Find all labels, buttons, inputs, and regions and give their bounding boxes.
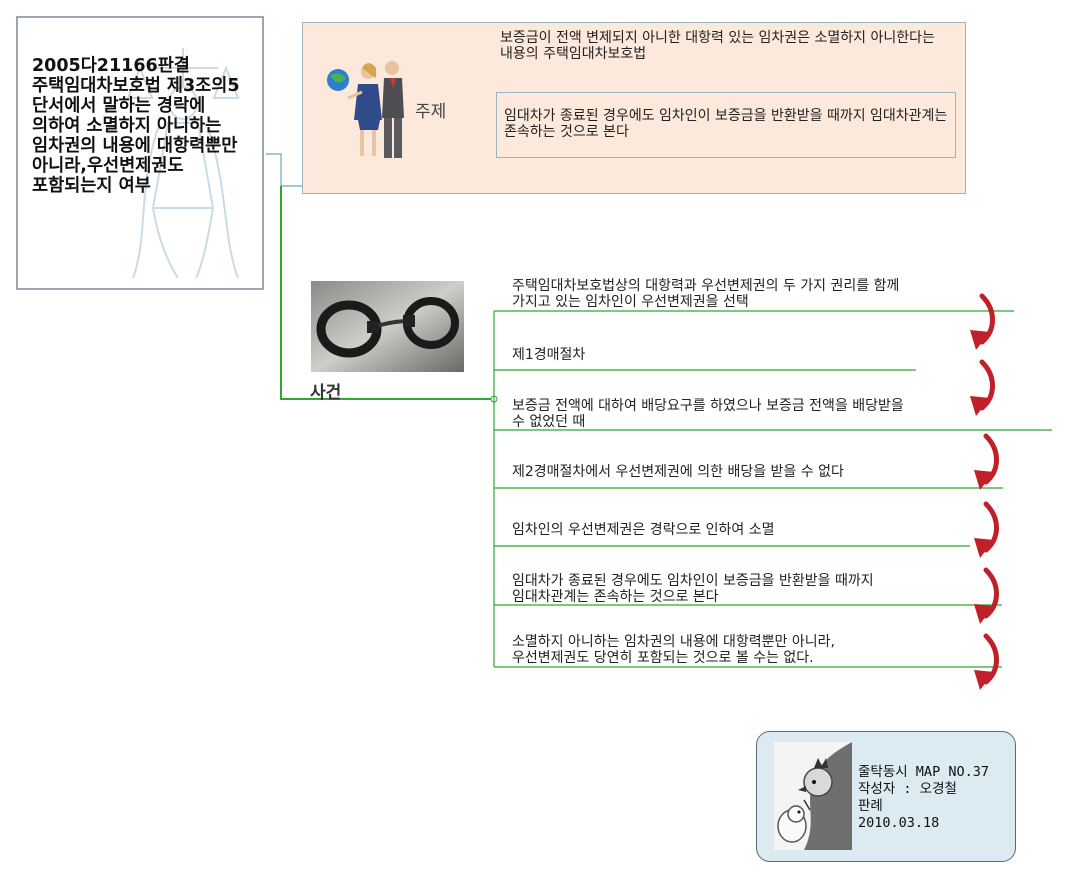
- case-step-7[interactable]: 소멸하지 아니하는 임차권의 내용에 대항력뿐만 아니라, 우선변제권도 당연히…: [512, 634, 835, 666]
- arrow-icon: [974, 636, 997, 690]
- case-step-4[interactable]: 제2경매절차에서 우선변제권에 의한 배당을 받을 수 없다: [512, 464, 844, 480]
- topic-label: 주제: [415, 102, 447, 122]
- info-author: 작성자 : 오경철: [858, 781, 957, 797]
- case-step-line: 제1경매절차: [512, 347, 586, 363]
- arrow-icon: [970, 296, 993, 350]
- case-step-line: 제2경매절차에서 우선변제권에 의한 배당을 받을 수 없다: [512, 464, 844, 480]
- case-step-line: 임차인의 우선변제권은 경락으로 인하여 소멸: [512, 522, 775, 538]
- info-map-number: 줄탁동시 MAP NO.37: [858, 764, 989, 780]
- case-step-line: 수 없었던 때: [512, 414, 586, 430]
- topic-text-1: 보증금이 전액 변제되지 아니한 대항력 있는 임차권은 소멸하지 아니한다는 …: [500, 30, 935, 62]
- case-step-line: 임대차관계는 존속하는 것으로 본다: [512, 589, 719, 605]
- arrow-icon: [974, 570, 997, 624]
- case-step-line: 우선변제권도 당연히 포함되는 것으로 볼 수는 없다.: [512, 650, 814, 666]
- arrow-icon: [974, 436, 997, 490]
- arrow-icon: [974, 504, 997, 558]
- rooster-icon: [774, 742, 852, 850]
- root-title: 2005다21166판결 주택임대차보호법 제3조의5 단서에서 말하는 경락에…: [32, 56, 240, 196]
- handcuffs-icon: [311, 281, 464, 372]
- case-step-5[interactable]: 임차인의 우선변제권은 경락으로 인하여 소멸: [512, 522, 775, 538]
- business-people-icon: [327, 61, 404, 158]
- case-label: 사건: [310, 383, 342, 403]
- case-step-line: 소멸하지 아니하는 임차권의 내용에 대항력뿐만 아니라,: [512, 634, 835, 650]
- case-step-6[interactable]: 임대차가 종료된 경우에도 임차인이 보증금을 반환받을 때까지 임대차관계는 …: [512, 573, 874, 605]
- topic-text-2: 임대차가 종료된 경우에도 임차인이 보증금을 반환받을 때까지 임대차관계는 …: [504, 108, 948, 140]
- info-text: 줄탁동시 MAP NO.37 작성자 : 오경철 판례 2010.03.18: [858, 764, 989, 832]
- arrow-icon: [970, 362, 993, 416]
- case-step-3[interactable]: 보증금 전액에 대하여 배당요구를 하였으나 보증금 전액을 배당받을 수 없었…: [512, 398, 904, 430]
- case-step-line: 보증금 전액에 대하여 배당요구를 하였으나 보증금 전액을 배당받을: [512, 398, 904, 414]
- case-step-2[interactable]: 제1경매절차: [512, 347, 585, 363]
- case-step-line: 임대차가 종료된 경우에도 임차인이 보증금을 반환받을 때까지: [512, 573, 874, 589]
- root-node[interactable]: 2005다21166판결 주택임대차보호법 제3조의5 단서에서 말하는 경락에…: [16, 16, 264, 290]
- case-step-line: 가지고 있는 임차인이 우선변제권을 선택: [512, 294, 749, 310]
- info-category: 판례: [858, 798, 883, 814]
- case-step-line: 주택임대차보호법상의 대항력과 우선변제권의 두 가지 권리를 함께: [512, 278, 900, 294]
- info-date: 2010.03.18: [858, 815, 940, 831]
- case-step-1[interactable]: 주택임대차보호법상의 대항력과 우선변제권의 두 가지 권리를 함께 가지고 있…: [512, 278, 899, 310]
